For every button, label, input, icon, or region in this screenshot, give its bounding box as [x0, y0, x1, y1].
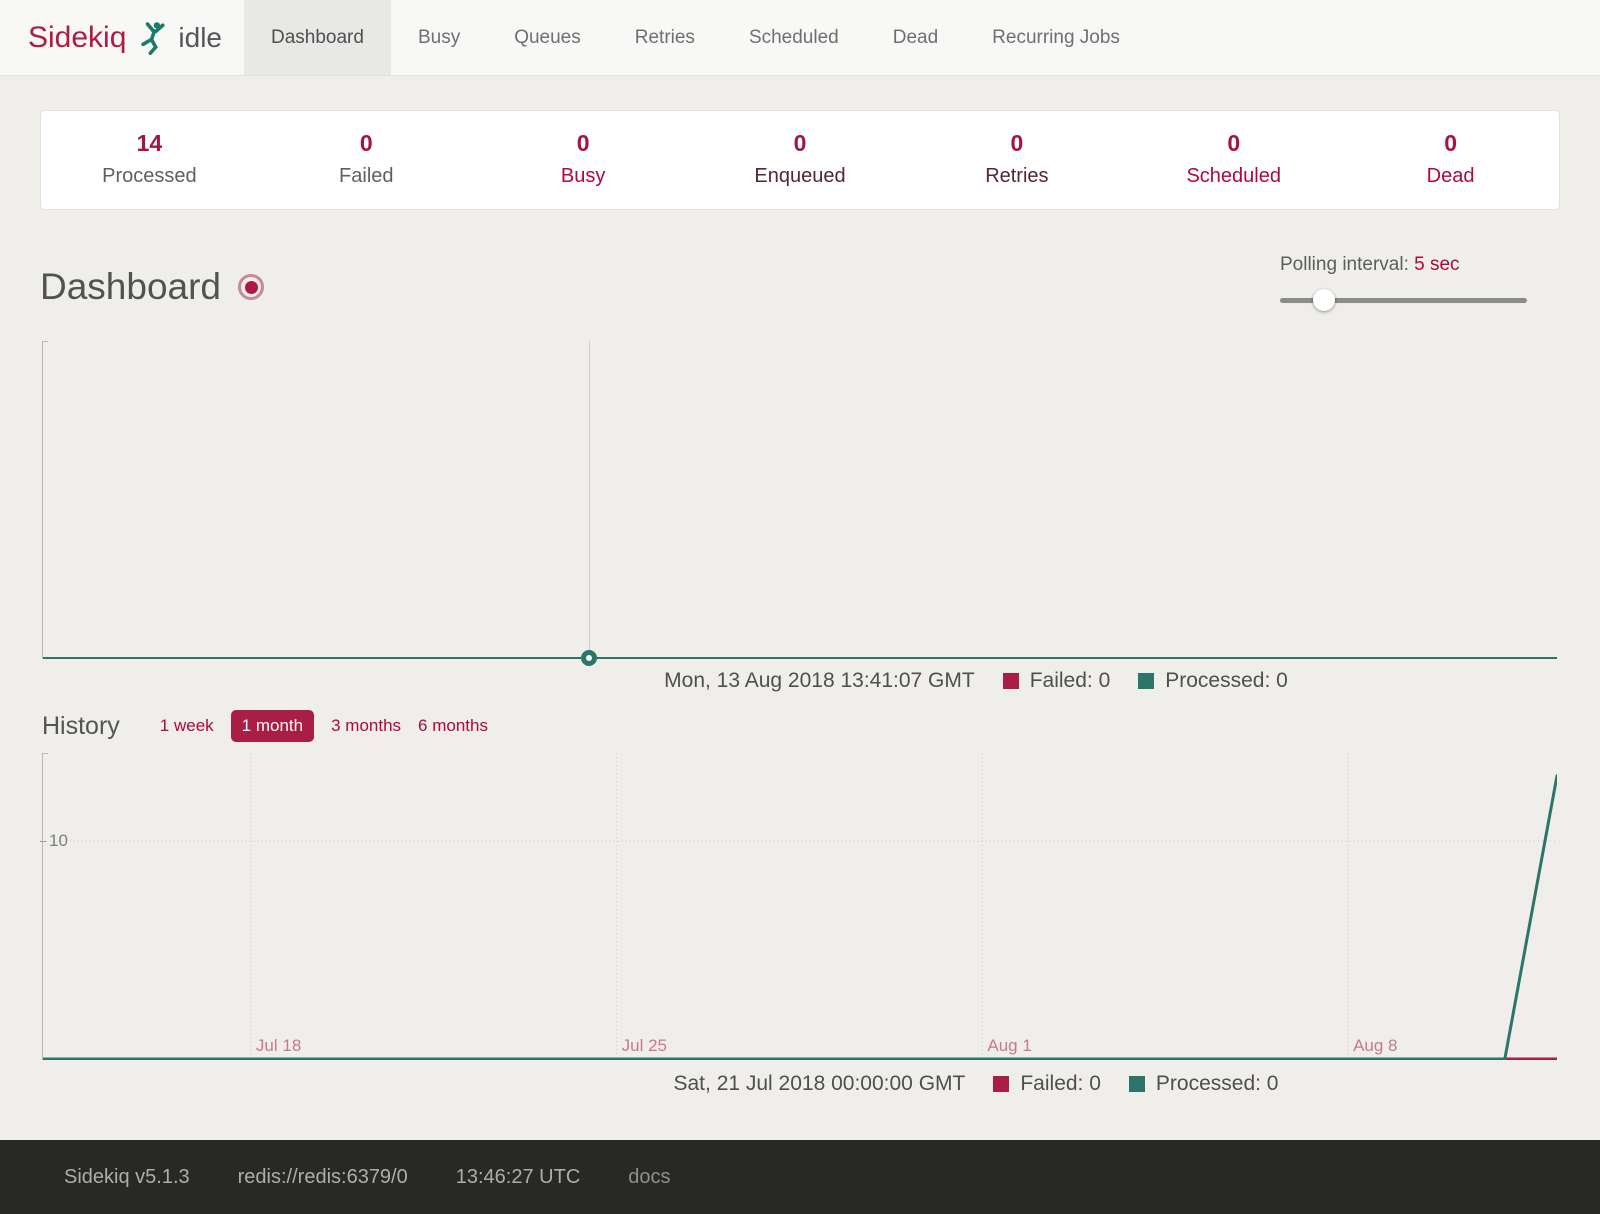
range-1-week[interactable]: 1 week	[160, 716, 214, 736]
history-legend-timestamp: Sat, 21 Jul 2018 00:00:00 GMT	[674, 1072, 966, 1096]
history-legend-processed: Processed: 0	[1129, 1072, 1279, 1096]
page-title: Dashboard	[40, 266, 264, 308]
realtime-legend-timestamp: Mon, 13 Aug 2018 13:41:07 GMT	[664, 669, 975, 693]
history-y-axis	[42, 753, 43, 1060]
brand-area: Sidekiq idle	[0, 0, 244, 75]
realtime-graph-svg	[42, 341, 1557, 659]
stat-processed: 14 Processed	[41, 130, 258, 188]
polling-interval-slider[interactable]	[1280, 289, 1527, 311]
y-tick-mark	[40, 841, 46, 842]
stat-retries-value: 0	[908, 130, 1125, 157]
history-header: History 1 week 1 month 3 months 6 months	[42, 709, 1560, 743]
history-x-tick-jul25: Jul 25	[622, 1036, 667, 1056]
tab-dashboard[interactable]: Dashboard	[244, 0, 391, 75]
polling-interval-control: Polling interval: 5 sec	[1280, 254, 1527, 311]
realtime-legend-processed: Processed: 0	[1138, 669, 1288, 693]
stat-busy: 0 Busy	[475, 130, 692, 188]
tab-dead[interactable]: Dead	[866, 0, 965, 75]
history-graph-svg	[42, 753, 1557, 1060]
history-graph[interactable]: 10 Jul 18 Jul 25 Aug 1 Aug 8	[42, 753, 1557, 1060]
stat-retries: 0 Retries	[908, 130, 1125, 188]
tab-queues[interactable]: Queues	[487, 0, 608, 75]
polling-interval-label: Polling interval: 5 sec	[1280, 254, 1527, 276]
history-title: History	[42, 712, 120, 741]
range-3-months[interactable]: 3 months	[331, 716, 401, 736]
stat-scheduled-link[interactable]: Scheduled	[1125, 165, 1342, 188]
processed-swatch-icon	[1138, 673, 1154, 689]
nav-tabs: Dashboard Busy Queues Retries Scheduled …	[244, 0, 1147, 75]
runner-icon	[138, 21, 168, 55]
realtime-hover-cursor	[589, 341, 590, 658]
dashboard-header-row: Dashboard Polling interval: 5 sec	[40, 266, 1527, 311]
history-x-tick-jul18: Jul 18	[256, 1036, 301, 1056]
tab-retries[interactable]: Retries	[608, 0, 722, 75]
history-y-tick-label: 10	[40, 831, 68, 851]
stat-busy-value: 0	[475, 130, 692, 157]
top-navbar: Sidekiq idle Dashboard Busy Queues	[0, 0, 1600, 76]
tab-recurring-jobs[interactable]: Recurring Jobs	[965, 0, 1147, 75]
stat-scheduled: 0 Scheduled	[1125, 130, 1342, 188]
stat-dead: 0 Dead	[1342, 130, 1559, 188]
failed-swatch-icon	[1003, 673, 1019, 689]
footer: Sidekiq v5.1.3 redis://redis:6379/0 13:4…	[0, 1140, 1600, 1214]
live-beacon-icon	[238, 274, 264, 300]
stat-enqueued-value: 0	[692, 130, 909, 157]
realtime-legend: Mon, 13 Aug 2018 13:41:07 GMT Failed: 0 …	[0, 669, 1600, 693]
stat-busy-link[interactable]: Busy	[475, 165, 692, 188]
range-1-month[interactable]: 1 month	[231, 710, 314, 742]
page-title-text: Dashboard	[40, 266, 221, 308]
stat-failed-value: 0	[258, 130, 475, 157]
stat-processed-label: Processed	[41, 165, 258, 188]
stat-retries-link[interactable]: Retries	[908, 165, 1125, 188]
tab-scheduled[interactable]: Scheduled	[722, 0, 866, 75]
stat-dead-link[interactable]: Dead	[1342, 165, 1559, 188]
footer-version: Sidekiq v5.1.3	[64, 1166, 190, 1189]
slider-thumb[interactable]	[1313, 289, 1335, 311]
status-text: idle	[178, 22, 222, 54]
history-legend-failed: Failed: 0	[993, 1072, 1101, 1096]
realtime-graph[interactable]	[42, 341, 1557, 659]
realtime-legend-failed: Failed: 0	[1003, 669, 1111, 693]
realtime-y-axis	[42, 341, 43, 659]
polling-interval-value-link[interactable]: 5 sec	[1414, 254, 1459, 275]
stats-summary-card: 14 Processed 0 Failed 0 Busy 0 Enqueued …	[40, 110, 1560, 210]
stat-scheduled-value: 0	[1125, 130, 1342, 157]
failed-swatch-icon	[993, 1076, 1009, 1092]
history-legend: Sat, 21 Jul 2018 00:00:00 GMT Failed: 0 …	[0, 1072, 1600, 1096]
history-x-tick-aug1: Aug 1	[987, 1036, 1031, 1056]
stat-enqueued-link[interactable]: Enqueued	[692, 165, 909, 188]
footer-redis-url: redis://redis:6379/0	[238, 1166, 408, 1189]
tab-busy[interactable]: Busy	[391, 0, 487, 75]
processed-swatch-icon	[1129, 1076, 1145, 1092]
stat-failed: 0 Failed	[258, 130, 475, 188]
stat-processed-value: 14	[41, 130, 258, 157]
sidekiq-logo-link[interactable]: Sidekiq	[28, 21, 126, 55]
history-x-tick-aug8: Aug 8	[1353, 1036, 1397, 1056]
footer-docs-link[interactable]: docs	[628, 1166, 670, 1189]
range-6-months[interactable]: 6 months	[418, 716, 488, 736]
footer-server-time: 13:46:27 UTC	[456, 1166, 581, 1189]
realtime-marker-dot	[581, 650, 597, 666]
stat-dead-value: 0	[1342, 130, 1559, 157]
stat-failed-label: Failed	[258, 165, 475, 188]
sidekiq-dashboard-page: Sidekiq idle Dashboard Busy Queues	[0, 0, 1600, 1214]
stat-enqueued: 0 Enqueued	[692, 130, 909, 188]
